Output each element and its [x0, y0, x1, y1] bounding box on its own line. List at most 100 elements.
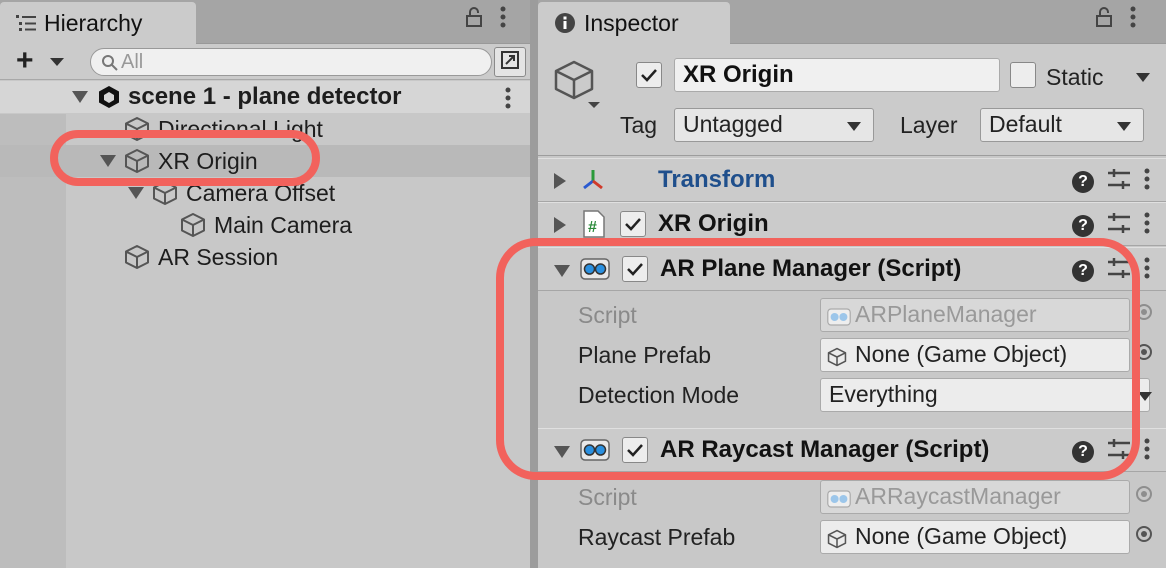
field-value: Everything [829, 381, 938, 407]
object-picker-icon[interactable] [1136, 344, 1152, 360]
object-picker-icon[interactable] [1136, 486, 1152, 502]
script-object-field[interactable]: ARRaycastManager [820, 480, 1130, 514]
tab-hierarchy-label: Hierarchy [44, 9, 143, 36]
object-picker-icon[interactable] [1136, 304, 1152, 320]
chevron-down-icon [1117, 122, 1131, 131]
expand-arrow-icon[interactable] [128, 187, 144, 199]
component-title: AR Plane Manager (Script) [660, 255, 962, 282]
inspector-tab-bar: Inspector [538, 0, 1166, 44]
layer-value: Default [989, 111, 1062, 137]
component-tools: ? [1072, 257, 1150, 284]
open-in-window-button[interactable] [494, 47, 526, 77]
preset-sliders-icon[interactable] [1108, 169, 1130, 194]
help-icon[interactable]: ? [1072, 214, 1094, 237]
property-label: Raycast Prefab [578, 524, 736, 550]
component-xr-origin[interactable]: # XR Origin ? [538, 202, 1166, 246]
chevron-down-icon[interactable] [1138, 392, 1152, 401]
plane-prefab-field[interactable]: None (Game Object) [820, 338, 1130, 372]
field-value: ARPlaneManager [855, 301, 1037, 327]
gameobject-cube-icon [152, 180, 178, 206]
component-transform[interactable]: Transform ? [538, 158, 1166, 202]
lock-icon[interactable] [1096, 7, 1112, 32]
maximize-icon [500, 50, 520, 75]
expand-arrow-icon[interactable] [72, 91, 88, 103]
component-enabled-checkbox[interactable] [622, 256, 648, 282]
component-ar-raycast-manager[interactable]: AR Raycast Manager (Script) ? [538, 428, 1166, 472]
field-value: None (Game Object) [855, 341, 1068, 367]
more-options-icon[interactable] [1144, 212, 1150, 239]
list-icon [16, 14, 36, 32]
scene-more-icon[interactable] [505, 87, 511, 114]
more-options-icon[interactable] [500, 6, 506, 33]
ar-script-icon [827, 488, 851, 513]
object-name-field[interactable]: XR Origin [674, 58, 1000, 92]
active-checkbox[interactable] [636, 62, 662, 88]
gameobject-cube-icon[interactable] [554, 60, 602, 117]
object-picker-icon[interactable] [1136, 526, 1152, 542]
detection-mode-dropdown[interactable]: Everything [820, 378, 1150, 412]
component-tools: ? [1072, 212, 1150, 239]
tree-item-label: AR Session [158, 243, 279, 270]
gameobject-header: XR Origin Static Tag Untagged Layer Defa… [538, 44, 1166, 156]
property-label: Script [578, 484, 637, 510]
tree-item-main-camera[interactable]: Main Camera [0, 209, 530, 241]
hierarchy-tab-tools [466, 6, 506, 33]
tag-dropdown[interactable]: Untagged [674, 108, 874, 142]
inspector-panel: Inspector XR Origin Static Tag Untagged … [538, 0, 1166, 568]
collapse-arrow-icon[interactable] [554, 446, 570, 458]
scene-name: scene 1 - plane detector [128, 83, 402, 110]
help-icon[interactable]: ? [1072, 440, 1094, 463]
csharp-script-icon: # [582, 210, 606, 238]
expand-arrow-icon[interactable] [100, 155, 116, 167]
lock-icon[interactable] [466, 7, 482, 32]
preset-sliders-icon[interactable] [1108, 258, 1130, 283]
static-dropdown-arrow-icon[interactable] [1136, 73, 1150, 82]
tab-inspector-label: Inspector [584, 9, 679, 36]
tree-item-directional-light[interactable]: Directional Light [0, 113, 530, 145]
add-icon[interactable]: + [16, 46, 34, 76]
gameobject-cube-icon [180, 212, 206, 238]
tab-hierarchy[interactable]: Hierarchy [0, 2, 196, 44]
help-icon[interactable]: ? [1072, 259, 1094, 282]
help-icon[interactable]: ? [1072, 170, 1094, 193]
panel-divider[interactable] [530, 0, 538, 568]
component-title: AR Raycast Manager (Script) [660, 436, 990, 463]
component-enabled-checkbox[interactable] [622, 437, 648, 463]
collapse-arrow-icon[interactable] [554, 265, 570, 277]
property-script: Script ARRaycastManager [538, 476, 1166, 516]
more-options-icon[interactable] [1130, 6, 1136, 33]
property-label: Detection Mode [578, 382, 740, 408]
raycast-prefab-field[interactable]: None (Game Object) [820, 520, 1130, 554]
preset-sliders-icon[interactable] [1108, 213, 1130, 238]
static-checkbox[interactable] [1010, 62, 1036, 88]
expand-arrow-icon[interactable] [554, 173, 566, 189]
expand-arrow-icon[interactable] [554, 217, 566, 233]
preset-sliders-icon[interactable] [1108, 439, 1130, 464]
tree-item-xr-origin[interactable]: XR Origin [0, 145, 530, 177]
more-options-icon[interactable] [1144, 257, 1150, 284]
gameobject-cube-icon [124, 244, 150, 270]
tree-item-label: Directional Light [158, 115, 323, 142]
add-dropdown-arrow-icon[interactable] [50, 58, 64, 66]
hierarchy-search-input[interactable]: All [90, 48, 492, 76]
transform-axis-icon [580, 167, 606, 193]
tree-item-camera-offset[interactable]: Camera Offset [0, 177, 530, 209]
more-options-icon[interactable] [1144, 438, 1150, 465]
hierarchy-tab-bar: Hierarchy [0, 0, 530, 44]
unity-scene-icon [98, 85, 120, 109]
property-label: Script [578, 302, 637, 328]
component-ar-plane-manager[interactable]: AR Plane Manager (Script) ? [538, 247, 1166, 291]
scene-row[interactable]: scene 1 - plane detector [0, 81, 530, 113]
tab-inspector[interactable]: Inspector [538, 2, 730, 44]
layer-dropdown[interactable]: Default [980, 108, 1144, 142]
svg-text:#: # [588, 219, 597, 236]
tree-item-ar-session[interactable]: AR Session [0, 241, 530, 273]
property-raycast-prefab: Raycast Prefab None (Game Object) [538, 516, 1166, 556]
component-enabled-checkbox[interactable] [620, 211, 646, 237]
tree-item-label: XR Origin [158, 147, 258, 174]
more-options-icon[interactable] [1144, 168, 1150, 195]
script-object-field[interactable]: ARPlaneManager [820, 298, 1130, 332]
inspector-tab-tools [1096, 6, 1136, 33]
hierarchy-panel: Hierarchy + All scene 1 - plane detector… [0, 0, 530, 568]
gameobject-cube-icon [827, 346, 847, 371]
